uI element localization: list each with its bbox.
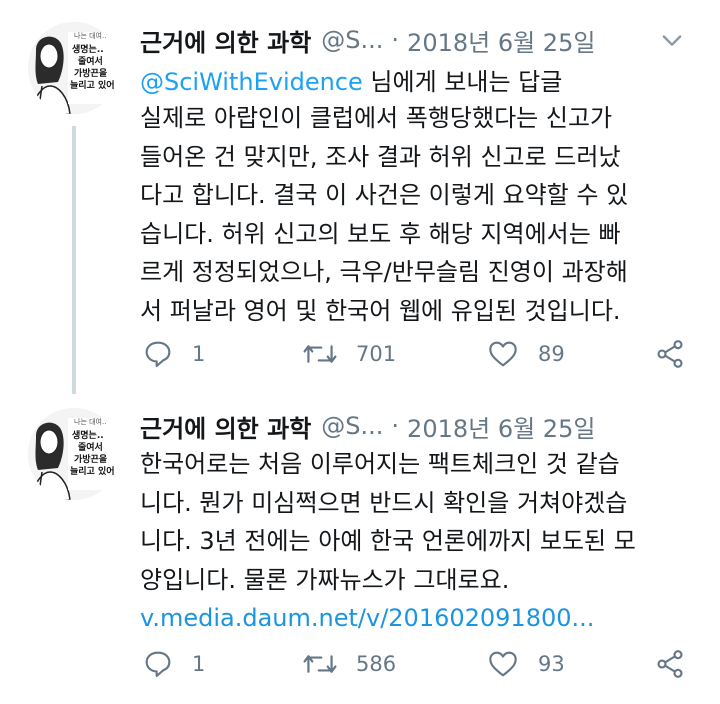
author-handle[interactable]: @S...	[321, 26, 383, 54]
reply-context: @SciWithEvidence 님에게 보내는 답글	[140, 62, 562, 97]
avatar[interactable]: 나는 대여.. 생명는.. 줄여서 가방끈을 늘리고 있어	[28, 22, 120, 114]
avatar-sign-text: 줄여서	[78, 441, 103, 453]
avatar-sign-text: 가방끈을	[74, 453, 107, 465]
tweet-text-line: 니다. 뭔가 미심쩍으면 반드시 확인을 거쳐야겠습	[140, 488, 628, 517]
tweet-text-line: 실제로 아랍인이 클럽에서 폭행당했다는 신고가	[140, 104, 613, 132]
avatar-sign-text: 늘리고 있어	[70, 79, 115, 91]
avatar-sign-text: 생명는..	[72, 43, 104, 55]
tweet-text-line: 다고 합니다. 결국 이 사건은 이렇게 요약할 수 있	[140, 181, 629, 209]
tweet-text-line: 양입니다. 물론 가짜뉴스가 그대로요.	[140, 565, 510, 594]
reply-context-text: 님에게 보내는 답글	[362, 68, 563, 96]
tweet-text-line: 습니다. 허위 신고의 보도 후 해당 지역에서는 빠	[140, 219, 621, 248]
author-name[interactable]: 근거에 의한 과학	[140, 23, 311, 58]
retweet-button[interactable]: 586	[302, 644, 396, 684]
like-button[interactable]: 93	[486, 644, 565, 684]
tweet-header: 근거에 의한 과학 @S... · 2018년 6월 25일	[140, 406, 700, 446]
avatar-sign-text: 나는 대여..	[74, 417, 106, 426]
author-name[interactable]: 근거에 의한 과학	[140, 409, 311, 444]
retweet-button[interactable]: 701	[302, 334, 396, 374]
heart-icon	[489, 651, 517, 677]
reply-count: 1	[192, 342, 206, 366]
retweet-count: 586	[356, 652, 397, 676]
tweet-text-line: 니다. 3년 전에는 아예 한국 언론에까지 보도된 모	[140, 527, 636, 555]
separator-dot: ·	[391, 412, 400, 440]
share-icon	[657, 340, 683, 368]
avatar-sign-text: 늘리고 있어	[70, 465, 115, 477]
retweet-count: 701	[356, 342, 397, 366]
reply-button[interactable]: 1	[142, 334, 205, 374]
avatar-image: 나는 대여.. 생명는.. 줄여서 가방끈을 늘리고 있어	[28, 408, 120, 500]
avatar-sign-text: 생명는..	[72, 429, 104, 441]
heart-icon	[489, 341, 517, 367]
reply-button[interactable]: 1	[142, 644, 205, 684]
like-button[interactable]: 89	[486, 334, 565, 374]
share-button[interactable]	[654, 334, 686, 374]
tweet-text: 실제로 아랍인이 클럽에서 폭행당했다는 신고가 들어온 건 맞지만, 조사 결…	[140, 99, 710, 330]
avatar[interactable]: 나는 대여.. 생명는.. 줄여서 가방끈을 늘리고 있어	[28, 408, 120, 500]
avatar-sign-text: 나는 대여..	[74, 31, 106, 40]
tweet-header: 근거에 의한 과학 @S... · 2018년 6월 25일	[140, 20, 700, 60]
tweet[interactable]: 나는 대여.. 생명는.. 줄여서 가방끈을 늘리고 있어 근거에 의한 과학 …	[0, 0, 720, 400]
tweet-text-line: 들어온 건 맞지만, 조사 결과 허위 신고로 드러났	[140, 142, 621, 171]
tweet-text-line: 서 퍼날라 영어 및 한국어 웹에 유입된 것입니다.	[140, 296, 621, 325]
avatar-image: 나는 대여.. 생명는.. 줄여서 가방끈을 늘리고 있어	[28, 22, 120, 114]
tweet-date[interactable]: 2018년 6월 25일	[407, 409, 595, 444]
share-button[interactable]	[654, 644, 686, 684]
avatar-sign-text: 가방끈을	[74, 67, 107, 79]
tweet-date[interactable]: 2018년 6월 25일	[407, 23, 595, 58]
tweet-actions: 1 701 89	[140, 334, 700, 374]
reply-count: 1	[192, 652, 206, 676]
tweet[interactable]: 나는 대여.. 생명는.. 줄여서 가방끈을 늘리고 있어 근거에 의한 과학 …	[0, 400, 720, 704]
chevron-down-icon[interactable]	[658, 26, 686, 54]
tweet-text: 한국어로는 처음 이루어지는 팩트체크인 것 같습 니다. 뭔가 미심쩍으면 반…	[140, 445, 710, 638]
like-count: 93	[538, 652, 565, 676]
mention-link[interactable]: @SciWithEvidence	[140, 68, 363, 96]
reply-icon	[145, 651, 171, 678]
tweet-text-line: 르게 정정되었으나, 극우/반무슬림 진영이 과장해	[140, 258, 628, 286]
thread-line	[72, 126, 76, 394]
author-handle[interactable]: @S...	[321, 412, 383, 440]
tweet-actions: 1 586 93	[140, 644, 700, 684]
retweet-icon	[303, 345, 337, 363]
like-count: 89	[538, 342, 565, 366]
separator-dot: ·	[391, 26, 400, 54]
avatar-sign-text: 줄여서	[78, 55, 103, 67]
retweet-icon	[303, 655, 337, 673]
reply-icon	[145, 341, 171, 368]
tweet-text-line: 한국어로는 처음 이루어지는 팩트체크인 것 같습	[140, 450, 620, 478]
share-icon	[657, 650, 683, 678]
article-link[interactable]: v.media.daum.net/v/201602091800...	[140, 599, 710, 638]
